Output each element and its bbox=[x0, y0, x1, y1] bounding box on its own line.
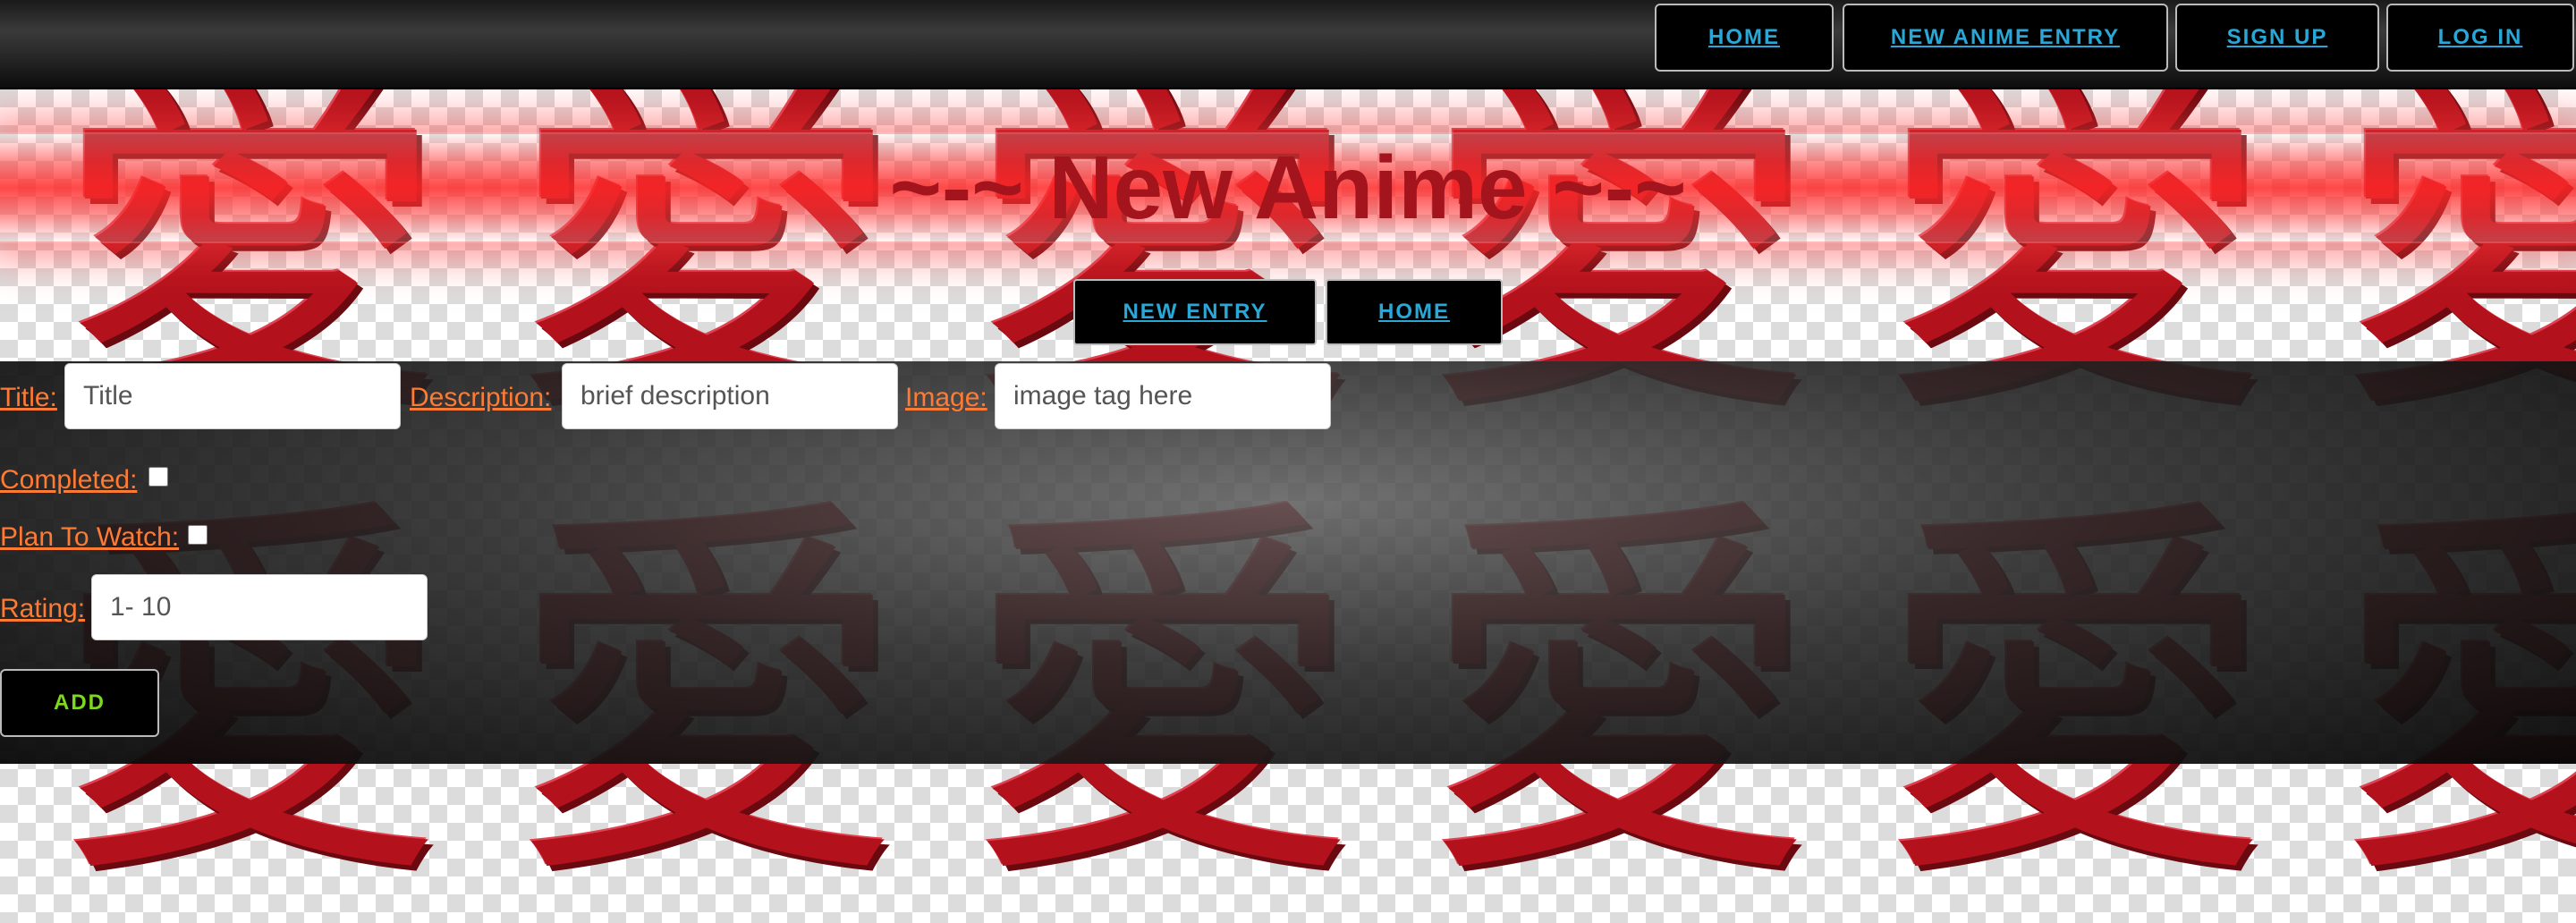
title-input[interactable] bbox=[64, 363, 401, 429]
nav-new-anime-entry-button[interactable]: NEW ANIME ENTRY bbox=[1843, 4, 2168, 72]
description-label: Description: bbox=[410, 383, 552, 412]
title-label: Title: bbox=[0, 383, 57, 412]
plan-to-watch-label: Plan To Watch: bbox=[0, 522, 180, 552]
new-entry-button[interactable]: NEW ENTRY bbox=[1073, 279, 1317, 345]
description-input[interactable] bbox=[562, 363, 898, 429]
completed-checkbox[interactable] bbox=[148, 467, 168, 487]
nav-home-button[interactable]: HOME bbox=[1655, 4, 1834, 72]
home-button[interactable]: HOME bbox=[1326, 279, 1503, 345]
rating-input[interactable] bbox=[91, 574, 428, 640]
add-button[interactable]: ADD bbox=[0, 669, 159, 737]
image-input[interactable] bbox=[995, 363, 1331, 429]
page-title: ~-~ New Anime ~-~ bbox=[889, 137, 1687, 238]
completed-label: Completed: bbox=[0, 465, 138, 495]
plan-to-watch-checkbox[interactable] bbox=[188, 525, 208, 545]
image-label: Image: bbox=[905, 383, 987, 412]
rating-label: Rating: bbox=[0, 594, 86, 623]
nav-log-in-button[interactable]: LOG IN bbox=[2386, 4, 2574, 72]
nav-sign-up-button[interactable]: SIGN UP bbox=[2175, 4, 2379, 72]
top-nav-bar: HOME NEW ANIME ENTRY SIGN UP LOG IN bbox=[0, 0, 2576, 89]
